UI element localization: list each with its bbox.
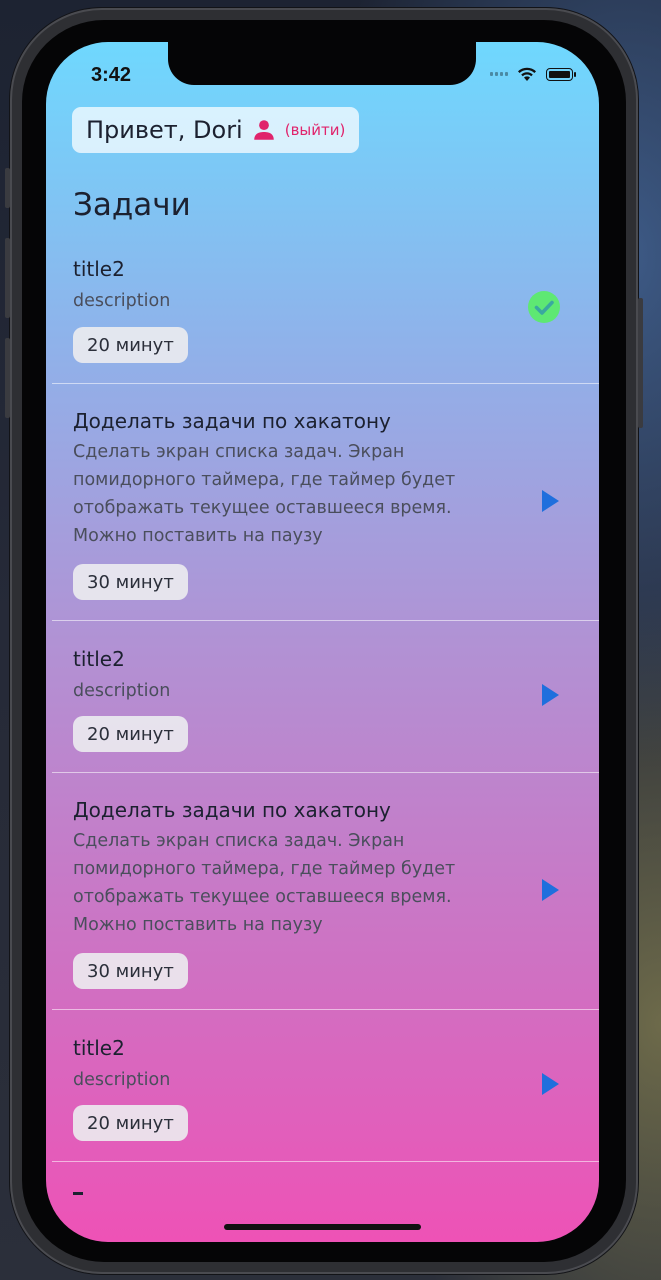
task-description: Сделать экран списка задач. Экран помидо… bbox=[73, 831, 456, 935]
duration-chip: 20 минут bbox=[73, 1105, 188, 1141]
play-icon[interactable] bbox=[539, 489, 561, 517]
play-icon[interactable] bbox=[539, 1072, 561, 1100]
duration-chip: 20 минут bbox=[73, 327, 188, 363]
task-title: Доделать задачи по хакатону bbox=[73, 409, 391, 433]
cellular-signal-icon bbox=[490, 72, 508, 76]
wifi-icon bbox=[518, 67, 536, 81]
duration-chip: 20 минут bbox=[73, 716, 188, 752]
task-title: title2 bbox=[73, 647, 125, 671]
play-icon[interactable] bbox=[539, 683, 561, 711]
app-screen: 3:42 Привет, Dori (выйти) Задачи title2 … bbox=[46, 42, 599, 1242]
home-indicator[interactable] bbox=[224, 1224, 421, 1230]
battery-icon bbox=[546, 67, 576, 81]
status-icons bbox=[490, 66, 576, 82]
duration-chip: 30 минут bbox=[73, 564, 188, 600]
task-item[interactable]: title2 description 20 минут bbox=[52, 1010, 599, 1162]
play-icon[interactable] bbox=[539, 878, 561, 906]
task-description: description bbox=[73, 291, 171, 311]
power-button bbox=[638, 298, 643, 428]
task-item[interactable]: title2 description 20 минут bbox=[52, 621, 599, 773]
task-item[interactable]: Доделать задачи по хакатону Сделать экра… bbox=[52, 384, 599, 621]
task-item[interactable]: title2 description 20 минут bbox=[52, 237, 599, 384]
duration-chip: 30 минут bbox=[73, 953, 188, 989]
notch bbox=[168, 42, 476, 85]
volume-up-button bbox=[5, 238, 10, 318]
volume-down-button bbox=[5, 338, 10, 418]
greeting-card: Привет, Dori (выйти) bbox=[72, 107, 360, 153]
task-description: Сделать экран списка задач. Экран помидо… bbox=[73, 442, 456, 546]
logout-link[interactable]: (выйти) bbox=[285, 121, 346, 139]
greeting-text: Привет, Dori bbox=[86, 116, 243, 144]
next-task-partial bbox=[73, 1192, 83, 1195]
task-title: Доделать задачи по хакатону bbox=[73, 798, 391, 822]
person-icon[interactable] bbox=[251, 117, 277, 143]
task-description: description bbox=[73, 681, 171, 701]
task-item[interactable]: Доделать задачи по хакатону Сделать экра… bbox=[52, 773, 599, 1010]
task-description: description bbox=[73, 1070, 171, 1090]
task-title: title2 bbox=[73, 1036, 125, 1060]
task-title: title2 bbox=[73, 257, 125, 281]
status-time: 3:42 bbox=[91, 64, 132, 86]
page-title: Задачи bbox=[73, 187, 191, 223]
mute-switch bbox=[5, 168, 10, 208]
check-circle-icon[interactable] bbox=[527, 290, 561, 328]
